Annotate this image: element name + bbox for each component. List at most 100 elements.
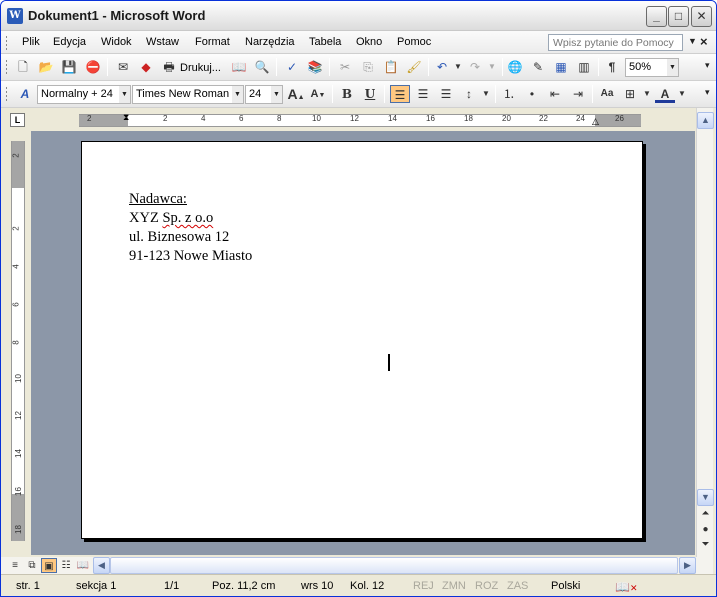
zoom-select[interactable]: 50% ▼ xyxy=(625,58,679,77)
browse-object-icon[interactable]: ● xyxy=(697,524,714,537)
copy-icon[interactable]: ⎘ xyxy=(358,58,378,76)
ruler-tick: 4 xyxy=(11,264,21,269)
status-language[interactable]: Polski xyxy=(551,580,580,592)
menu-pomoc[interactable]: Pomoc xyxy=(397,36,431,48)
open-folder-icon[interactable]: 📂 xyxy=(36,58,56,76)
help-search-input[interactable]: Wpisz pytanie do Pomocy xyxy=(548,34,683,51)
new-document-icon[interactable]: 🗋 xyxy=(13,58,33,76)
styles-pane-icon[interactable]: A xyxy=(15,85,35,103)
menu-wstaw[interactable]: Wstaw xyxy=(146,36,179,48)
insert-table-icon[interactable]: ▦ xyxy=(551,58,571,76)
status-trk[interactable]: ZMN xyxy=(442,580,466,592)
numbering-icon[interactable]: ⒈ xyxy=(499,85,519,103)
bullets-icon[interactable]: • xyxy=(522,85,542,103)
minimize-button[interactable]: _ xyxy=(646,6,667,27)
toolbar-options-icon[interactable]: ▾ xyxy=(705,87,710,98)
redo-dropdown-icon[interactable]: ▼ xyxy=(482,58,502,76)
toolbar-options-icon[interactable]: ▾ xyxy=(705,60,710,71)
vertical-scrollbar[interactable]: ▲ ▼ ⏶ ● ⏷ xyxy=(696,108,714,557)
scroll-left-icon[interactable]: ◀ xyxy=(93,557,110,574)
save-icon[interactable]: 💾 xyxy=(59,58,79,76)
document-text[interactable]: Nadawca: XYZ Sp. z o.o ul. Biznesowa 12 … xyxy=(129,190,252,266)
toolbar-grip[interactable] xyxy=(5,86,8,103)
first-line-indent-marker[interactable]: ⧗ xyxy=(123,112,129,123)
decrease-indent-icon[interactable]: ⇤ xyxy=(545,85,565,103)
menu-format[interactable]: Format xyxy=(195,36,230,48)
horizontal-scroll-thumb[interactable] xyxy=(110,557,678,574)
permission-icon[interactable]: ⛔ xyxy=(83,58,103,76)
bold-icon[interactable]: B xyxy=(337,85,357,103)
right-indent-marker[interactable]: △ xyxy=(592,116,599,127)
menu-narzedzia[interactable]: Narzędzia xyxy=(245,36,295,48)
document-close-icon[interactable]: × xyxy=(700,34,708,49)
next-page-icon[interactable]: ⏷ xyxy=(697,539,714,552)
align-right-icon[interactable]: ☰ xyxy=(436,85,456,103)
menu-tabela[interactable]: Tabela xyxy=(309,36,341,48)
word-window: W Dokument1 - Microsoft Word _ □ ✕ Plik … xyxy=(0,0,717,597)
reading-layout-icon[interactable]: 📖 xyxy=(75,558,91,573)
research-book-icon[interactable]: 📚 xyxy=(305,58,325,76)
scroll-track[interactable] xyxy=(698,130,713,490)
document-page[interactable]: Nadawca: XYZ Sp. z o.o ul. Biznesowa 12 … xyxy=(81,141,643,539)
spelling-status-icon[interactable]: 📖✕ xyxy=(615,580,638,594)
previous-page-icon[interactable]: ⏶ xyxy=(697,508,714,521)
show-formatting-icon[interactable]: ¶ xyxy=(602,58,622,76)
align-left-icon[interactable]: ☰ xyxy=(390,85,410,103)
tables-borders-icon[interactable]: ✎ xyxy=(528,58,548,76)
menu-grip[interactable] xyxy=(5,35,8,50)
print-button[interactable]: Drukuj... xyxy=(180,62,221,74)
word-app-icon[interactable]: W xyxy=(7,8,23,24)
menu-widok[interactable]: Widok xyxy=(101,36,132,48)
underline-icon[interactable]: U xyxy=(360,85,380,103)
hyperlink-icon[interactable]: 🌐 xyxy=(505,58,525,76)
normal-view-icon[interactable]: ≡ xyxy=(7,558,23,573)
status-rec[interactable]: REJ xyxy=(413,580,434,592)
ruler-tick: 2 xyxy=(11,226,21,231)
font-color-dropdown-icon[interactable]: ▼ xyxy=(672,85,692,103)
scroll-down-icon[interactable]: ▼ xyxy=(697,489,714,506)
print-preview-icon[interactable]: 🔍 xyxy=(252,58,272,76)
menu-plik[interactable]: Plik xyxy=(22,36,40,48)
zoom-value: 50% xyxy=(629,61,652,73)
print-icon[interactable]: 🖶 xyxy=(159,58,179,76)
scroll-right-icon[interactable]: ▶ xyxy=(679,557,696,574)
outline-view-icon[interactable]: ☷ xyxy=(58,558,74,573)
menu-okno[interactable]: Okno xyxy=(356,36,382,48)
paste-icon[interactable]: 📋 xyxy=(381,58,401,76)
chevron-down-icon[interactable]: ▼ xyxy=(232,86,243,103)
research-icon[interactable]: ◆ xyxy=(136,58,156,76)
vertical-ruler[interactable]: 2 2 4 6 8 10 12 14 16 18 xyxy=(11,141,25,541)
maximize-button[interactable]: □ xyxy=(668,6,689,27)
chevron-down-icon[interactable]: ▼ xyxy=(688,36,697,46)
format-painter-icon[interactable]: 🖌 xyxy=(404,58,424,76)
spelling-icon[interactable]: ✓ xyxy=(282,58,302,76)
read-icon[interactable]: 📖 xyxy=(229,58,249,76)
style-select[interactable]: Normalny + 24 ▼ xyxy=(37,85,131,104)
horizontal-ruler[interactable]: 2 2 4 6 8 10 12 14 16 18 20 22 24 26 ⧗ △ xyxy=(79,112,641,127)
web-layout-icon[interactable]: ⧉ xyxy=(24,558,40,573)
columns-icon[interactable]: ▥ xyxy=(574,58,594,76)
increase-indent-icon[interactable]: ⇥ xyxy=(568,85,588,103)
chevron-down-icon[interactable]: ▼ xyxy=(271,86,282,103)
toolbar-grip[interactable] xyxy=(5,59,8,76)
align-center-icon[interactable]: ☰ xyxy=(413,85,433,103)
menu-edycja[interactable]: Edycja xyxy=(53,36,86,48)
close-button[interactable]: ✕ xyxy=(691,6,712,27)
tab-selector[interactable]: L xyxy=(10,113,25,127)
cut-icon[interactable]: ✂ xyxy=(335,58,355,76)
grow-font-icon[interactable]: A▲ xyxy=(286,85,306,103)
chevron-down-icon[interactable]: ▼ xyxy=(119,86,130,103)
scroll-up-icon[interactable]: ▲ xyxy=(697,112,714,129)
status-bar: str. 1 sekcja 1 1/1 Poz. 11,2 cm wrs 10 … xyxy=(1,574,716,596)
email-icon[interactable]: ✉ xyxy=(113,58,133,76)
status-ext[interactable]: ROZ xyxy=(475,580,498,592)
font-size-select[interactable]: 24 ▼ xyxy=(245,85,283,104)
shrink-font-icon[interactable]: A▼ xyxy=(308,85,328,103)
chevron-down-icon[interactable]: ▼ xyxy=(667,59,678,76)
font-select[interactable]: Times New Roman ▼ xyxy=(132,85,244,104)
line-spacing-dropdown-icon[interactable]: ▼ xyxy=(476,85,496,103)
status-ovr[interactable]: ZAS xyxy=(507,580,528,592)
print-layout-icon[interactable]: ▣ xyxy=(41,558,57,573)
borders-dropdown-icon[interactable]: ▼ xyxy=(637,85,657,103)
change-case-icon[interactable]: Aa xyxy=(597,85,617,103)
